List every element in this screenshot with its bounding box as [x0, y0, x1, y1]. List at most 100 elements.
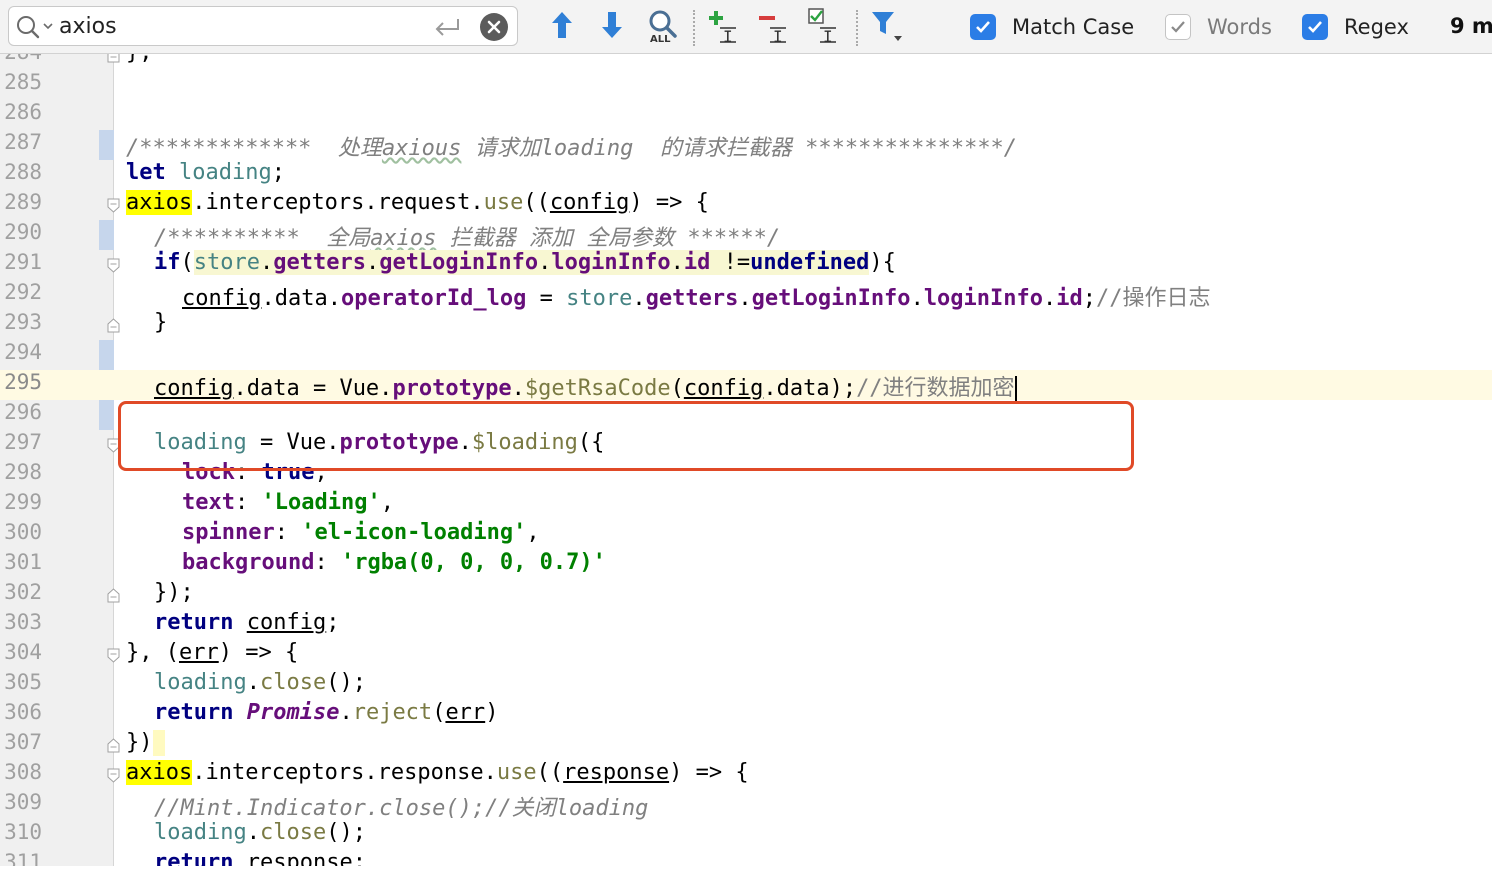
add-occurrence-icon[interactable]: I: [706, 6, 744, 46]
line-number: 296: [4, 400, 42, 424]
checkmark-icon: [1171, 21, 1185, 33]
code-line: 304 }, (err) => {: [0, 640, 1492, 670]
words-checkbox[interactable]: [1165, 14, 1191, 40]
match-case-checkbox[interactable]: [970, 14, 996, 40]
line-number: 304: [4, 640, 42, 664]
find-toolbar: ALL I I I Match Case Words Rege: [0, 0, 1492, 54]
checkmark-icon: [1308, 21, 1322, 33]
fold-end-icon[interactable]: [107, 738, 120, 753]
code-line: 286: [0, 100, 1492, 130]
line-number: 297: [4, 430, 42, 454]
line-number: 303: [4, 610, 42, 634]
code-editor[interactable]: 284 }; 285 286 287 /************* 处理axio…: [0, 54, 1492, 866]
clear-icon[interactable]: [480, 13, 508, 41]
text-caret: [1014, 376, 1017, 402]
code-line: 289 axios.interceptors.request.use((conf…: [0, 190, 1492, 220]
line-number: 302: [4, 580, 42, 604]
line-number: 292: [4, 280, 42, 304]
code-line: 310 loading.close();: [0, 820, 1492, 850]
code-line: 300 spinner: 'el-icon-loading',: [0, 520, 1492, 550]
code-text: //Mint.Indicator.close();//关闭loading: [154, 796, 649, 821]
search-field[interactable]: [8, 6, 518, 46]
code-line: 288 let loading;: [0, 160, 1492, 190]
line-number: 289: [4, 190, 42, 214]
line-number: 311: [4, 850, 42, 866]
code-text: loading.close();: [154, 670, 366, 695]
enter-icon[interactable]: [433, 17, 463, 39]
code-text: return response;: [154, 850, 366, 866]
code-text: }: [154, 310, 168, 335]
code-text: text: 'Loading',: [182, 490, 394, 515]
search-icon[interactable]: [15, 14, 55, 40]
code-text: if(store.getters.getLoginInfo.loginInfo.…: [154, 250, 896, 275]
line-number: 301: [4, 550, 42, 574]
regex-checkbox[interactable]: [1302, 14, 1328, 40]
code-line: 307 }): [0, 730, 1492, 760]
fold-end-icon[interactable]: [107, 588, 120, 603]
remove-occurrence-icon[interactable]: I: [756, 6, 794, 46]
code-line: 306 return Promise.reject(err): [0, 700, 1492, 730]
fold-start-icon[interactable]: [107, 198, 120, 213]
words-option[interactable]: Words: [1165, 10, 1272, 44]
code-line: 290 /********** 全局axios 拦截器 添加 全局参数 ****…: [0, 220, 1492, 251]
code-line: 308 axios.interceptors.response.use((res…: [0, 760, 1492, 790]
code-text: spinner: 'el-icon-loading',: [182, 520, 540, 545]
line-number: 287: [4, 130, 42, 154]
regex-option[interactable]: Regex: [1302, 10, 1409, 44]
filter-icon[interactable]: [868, 6, 906, 46]
match-case-label: Match Case: [1012, 15, 1135, 39]
code-text: background: 'rgba(0, 0, 0, 0.7)': [182, 550, 606, 575]
code-text: config.data = Vue.prototype.$getRsaCode(…: [154, 376, 1017, 402]
code-line: 303 return config;: [0, 610, 1492, 640]
code-line: 299 text: 'Loading',: [0, 490, 1492, 520]
fold-end-icon[interactable]: [107, 318, 120, 333]
line-number: 294: [4, 340, 42, 364]
toolbar-separator: [856, 10, 858, 46]
svg-text:I: I: [823, 27, 833, 46]
code-text: let loading;: [126, 160, 285, 185]
code-text: };: [126, 54, 153, 70]
line-number: 309: [4, 790, 42, 814]
code-line: 287 /************* 处理axious 请求加loading 的…: [0, 130, 1492, 161]
fold-start-icon[interactable]: [107, 258, 120, 273]
toolbar-separator: [693, 10, 695, 46]
line-number: 295: [4, 370, 42, 394]
regex-label: Regex: [1344, 15, 1409, 39]
svg-text:I: I: [773, 27, 783, 46]
line-number: 306: [4, 700, 42, 724]
match-case-option[interactable]: Match Case: [970, 10, 1134, 44]
code-line: 311 return response;: [0, 850, 1492, 866]
fold-end-icon[interactable]: [107, 54, 120, 63]
line-number: 291: [4, 250, 42, 274]
annotation-highlight-box: [118, 401, 1134, 471]
checkmark-icon: [976, 21, 990, 33]
fold-start-icon[interactable]: [107, 648, 120, 663]
code-line: 294: [0, 340, 1492, 370]
code-line: 284 };: [0, 54, 1492, 70]
select-all-occurrences-icon[interactable]: ALL: [644, 6, 682, 46]
line-number: 305: [4, 670, 42, 694]
match-count: 9 m: [1450, 14, 1492, 38]
code-text: return Promise.reject(err): [154, 700, 499, 725]
arrow-down-icon[interactable]: [593, 6, 631, 46]
fold-start-icon[interactable]: [107, 768, 120, 783]
search-input[interactable]: [59, 12, 429, 40]
code-line: 301 background: 'rgba(0, 0, 0, 0.7)': [0, 550, 1492, 580]
svg-text:ALL: ALL: [650, 34, 671, 45]
code-line: 292 config.data.operatorId_log = store.g…: [0, 280, 1492, 311]
line-number: 298: [4, 460, 42, 484]
code-line: 285: [0, 70, 1492, 100]
line-number: 310: [4, 820, 42, 844]
code-line: 309 //Mint.Indicator.close();//关闭loading: [0, 790, 1492, 821]
toggle-selection-icon[interactable]: I: [806, 6, 844, 46]
code-line: 302 });: [0, 580, 1492, 610]
line-number: 286: [4, 100, 42, 124]
code-text: loading.close();: [154, 820, 366, 845]
code-text: axios.interceptors.response.use((respons…: [126, 760, 749, 785]
line-number: 288: [4, 160, 42, 184]
code-text: }, (err) => {: [126, 640, 299, 665]
line-number: 308: [4, 760, 42, 784]
arrow-up-icon[interactable]: [543, 6, 581, 46]
line-number: 299: [4, 490, 42, 514]
code-text: });: [154, 580, 194, 605]
